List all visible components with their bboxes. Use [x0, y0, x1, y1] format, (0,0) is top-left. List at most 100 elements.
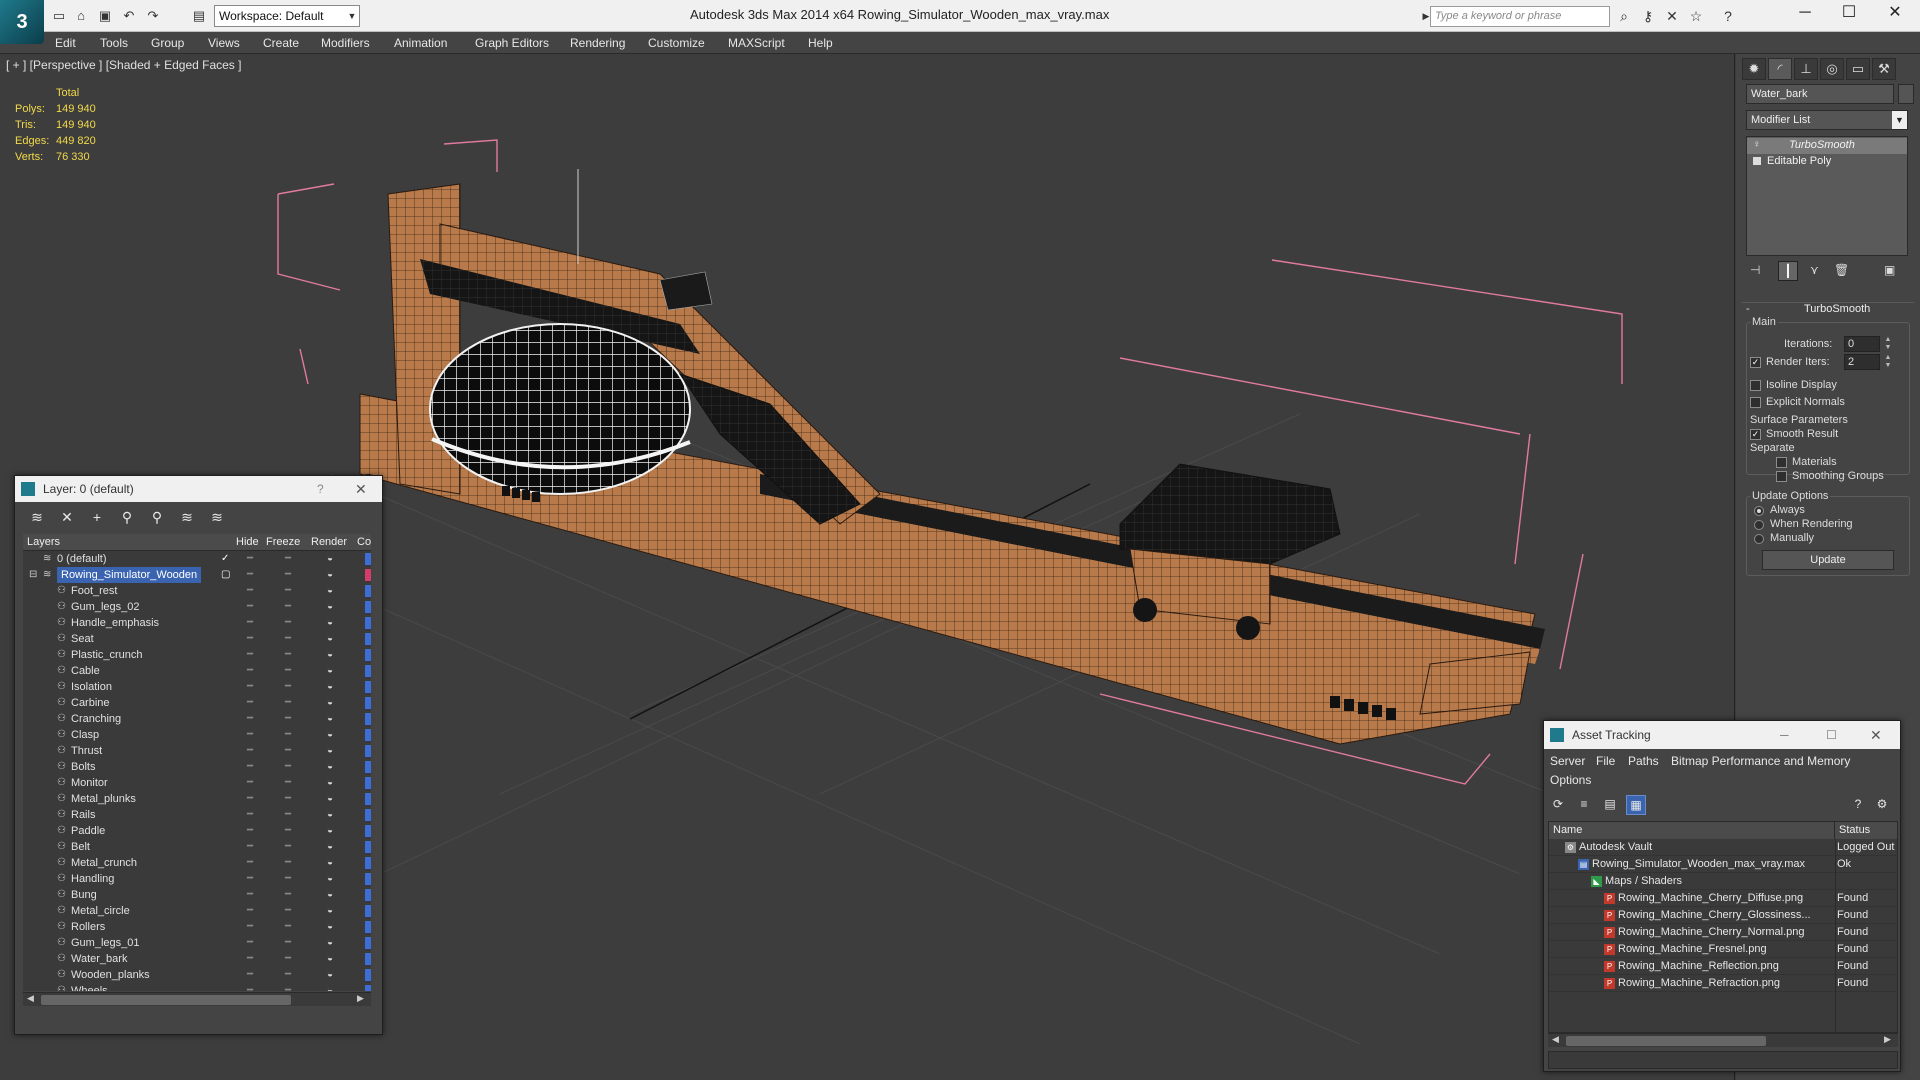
favorites-star-icon[interactable]: ☆ [1686, 7, 1706, 25]
layer-row[interactable]: ⚇ Cable ━ ━ ◒ [23, 663, 371, 679]
viewport-label[interactable]: [ + ] [Perspective ] [Shaded + Edged Fac… [6, 58, 241, 72]
scroll-thumb[interactable] [1566, 1036, 1766, 1046]
freeze-toggle[interactable]: ━ [281, 775, 295, 791]
utilities-tab-icon[interactable]: ⚒ [1872, 58, 1896, 80]
spinner-arrows-icon[interactable]: ▲ ▼ [1884, 336, 1892, 352]
hide-toggle[interactable]: ━ [243, 855, 257, 871]
layer-row[interactable]: ⚇ Handle_emphasis ━ ━ ◒ [23, 615, 371, 631]
layer-row[interactable]: ⚇ Wooden_planks ━ ━ ◒ [23, 967, 371, 983]
workspace-dropdown[interactable]: Workspace: Default [214, 5, 360, 27]
layer-row[interactable]: ⚇ Metal_crunch ━ ━ ◒ [23, 855, 371, 871]
smoothing-groups-checkbox[interactable] [1776, 471, 1787, 482]
hide-toggle[interactable]: ━ [243, 919, 257, 935]
highlight-layer-icon[interactable]: ⚲ [147, 508, 167, 526]
freeze-toggle[interactable]: ━ [281, 807, 295, 823]
display-tab-icon[interactable]: ▭ [1846, 58, 1870, 80]
render-toggle-icon[interactable]: ◒ [323, 919, 337, 935]
explicit-normals-checkbox[interactable] [1750, 397, 1761, 408]
layer-color-swatch[interactable] [365, 681, 371, 693]
freeze-toggle[interactable]: ━ [281, 551, 295, 567]
layer-row[interactable]: ⚇ Belt ━ ━ ◒ [23, 839, 371, 855]
menu-create[interactable]: Create [263, 36, 299, 50]
column-status[interactable]: Status [1835, 822, 1897, 839]
layer-color-swatch[interactable] [365, 745, 371, 757]
freeze-toggle[interactable]: ━ [281, 567, 295, 583]
motion-tab-icon[interactable]: ◎ [1820, 58, 1844, 80]
table-view-icon[interactable]: ▦ [1626, 795, 1646, 815]
render-toggle-icon[interactable]: ◒ [323, 663, 337, 679]
render-toggle-icon[interactable]: ◒ [323, 951, 337, 967]
layer-color-swatch[interactable] [365, 889, 371, 901]
scroll-left-icon[interactable]: ◀ [1552, 1034, 1559, 1045]
layer-color-swatch[interactable] [365, 969, 371, 981]
object-color-swatch[interactable] [1898, 84, 1914, 104]
freeze-toggle[interactable]: ━ [281, 919, 295, 935]
hide-toggle[interactable]: ━ [243, 951, 257, 967]
chevron-down-icon[interactable]: ▼ [1892, 111, 1907, 129]
hide-toggle[interactable]: ━ [243, 887, 257, 903]
layer-horizontal-scrollbar[interactable]: ◀ ▶ [23, 992, 371, 1006]
layer-color-swatch[interactable] [365, 649, 371, 661]
asset-row[interactable]: P Rowing_Machine_Fresnel.png Found [1549, 941, 1897, 958]
pin-stack-icon[interactable]: ⊣ [1750, 263, 1760, 277]
render-toggle-icon[interactable]: ◒ [323, 615, 337, 631]
menu-help[interactable]: Help [808, 36, 833, 50]
render-toggle-icon[interactable]: ◒ [323, 759, 337, 775]
render-toggle-icon[interactable]: ◒ [323, 887, 337, 903]
scroll-left-icon[interactable]: ◀ [27, 993, 34, 1004]
show-end-result-icon[interactable]: ┃ [1778, 261, 1798, 281]
help-icon[interactable]: ? [1848, 795, 1868, 815]
layer-row[interactable]: ⚇ Gum_legs_01 ━ ━ ◒ [23, 935, 371, 951]
render-toggle-icon[interactable]: ◒ [323, 855, 337, 871]
freeze-toggle[interactable]: ━ [281, 983, 295, 991]
asset-row[interactable]: P Rowing_Machine_Reflection.png Found [1549, 958, 1897, 975]
freeze-toggle[interactable]: ━ [281, 823, 295, 839]
render-toggle-icon[interactable]: ◒ [323, 839, 337, 855]
render-toggle-icon[interactable]: ◒ [323, 807, 337, 823]
layer-row[interactable]: ⚇ Rollers ━ ━ ◒ [23, 919, 371, 935]
render-toggle-icon[interactable]: ◒ [323, 631, 337, 647]
freeze-all-icon[interactable]: ≋ [207, 508, 227, 526]
freeze-toggle[interactable]: ━ [281, 695, 295, 711]
layer-row[interactable]: ⚇ Metal_plunks ━ ━ ◒ [23, 791, 371, 807]
asset-row[interactable]: P Rowing_Machine_Cherry_Diffuse.png Found [1549, 890, 1897, 907]
render-toggle-icon[interactable]: ◒ [323, 903, 337, 919]
render-toggle-icon[interactable]: ◒ [323, 935, 337, 951]
render-toggle-icon[interactable]: ◒ [323, 679, 337, 695]
layer-row[interactable]: ⚇ Foot_rest ━ ━ ◒ [23, 583, 371, 599]
render-toggle-icon[interactable]: ◒ [323, 599, 337, 615]
column-color[interactable]: Co [357, 536, 371, 548]
menu-edit[interactable]: Edit [55, 36, 76, 50]
hide-toggle[interactable]: ━ [243, 679, 257, 695]
hide-toggle[interactable]: ━ [243, 567, 257, 583]
asset-menu-server[interactable]: Server [1550, 754, 1585, 768]
object-name-field[interactable]: Water_bark [1746, 84, 1894, 104]
menu-graph-editors[interactable]: Graph Editors [475, 36, 549, 50]
list-view-icon[interactable]: ≡ [1574, 795, 1594, 815]
asset-row[interactable]: P Rowing_Machine_Cherry_Normal.png Found [1549, 924, 1897, 941]
menu-animation[interactable]: Animation [394, 36, 447, 50]
communication-icon[interactable]: ✕ [1662, 7, 1682, 25]
layer-color-swatch[interactable] [365, 985, 371, 991]
lightbulb-icon[interactable]: ♀ [1753, 139, 1761, 150]
layer-row[interactable]: ⚇ Carbine ━ ━ ◒ [23, 695, 371, 711]
freeze-toggle[interactable]: ━ [281, 951, 295, 967]
add-to-layer-icon[interactable]: + [87, 508, 107, 526]
settings-icon[interactable]: ⚙ [1872, 795, 1892, 815]
layer-color-swatch[interactable] [365, 729, 371, 741]
minimize-icon[interactable]: ─ [1782, 0, 1828, 28]
freeze-toggle[interactable]: ━ [281, 599, 295, 615]
render-toggle-icon[interactable]: ◒ [323, 983, 337, 991]
asset-menu-paths[interactable]: Paths [1628, 754, 1659, 768]
modify-tab-icon[interactable]: ◜ [1768, 58, 1792, 80]
freeze-toggle[interactable]: ━ [281, 727, 295, 743]
layer-color-swatch[interactable] [365, 825, 371, 837]
layer-color-swatch[interactable] [365, 713, 371, 725]
freeze-toggle[interactable]: ━ [281, 887, 295, 903]
hide-toggle[interactable]: ━ [243, 983, 257, 991]
hide-toggle[interactable]: ━ [243, 647, 257, 663]
create-tab-icon[interactable]: ✹ [1742, 58, 1766, 80]
hide-toggle[interactable]: ━ [243, 775, 257, 791]
asset-row[interactable]: ⚙ Autodesk Vault Logged Out [1549, 839, 1897, 856]
asset-menu-bitmap-performance[interactable]: Bitmap Performance and Memory [1671, 754, 1850, 768]
